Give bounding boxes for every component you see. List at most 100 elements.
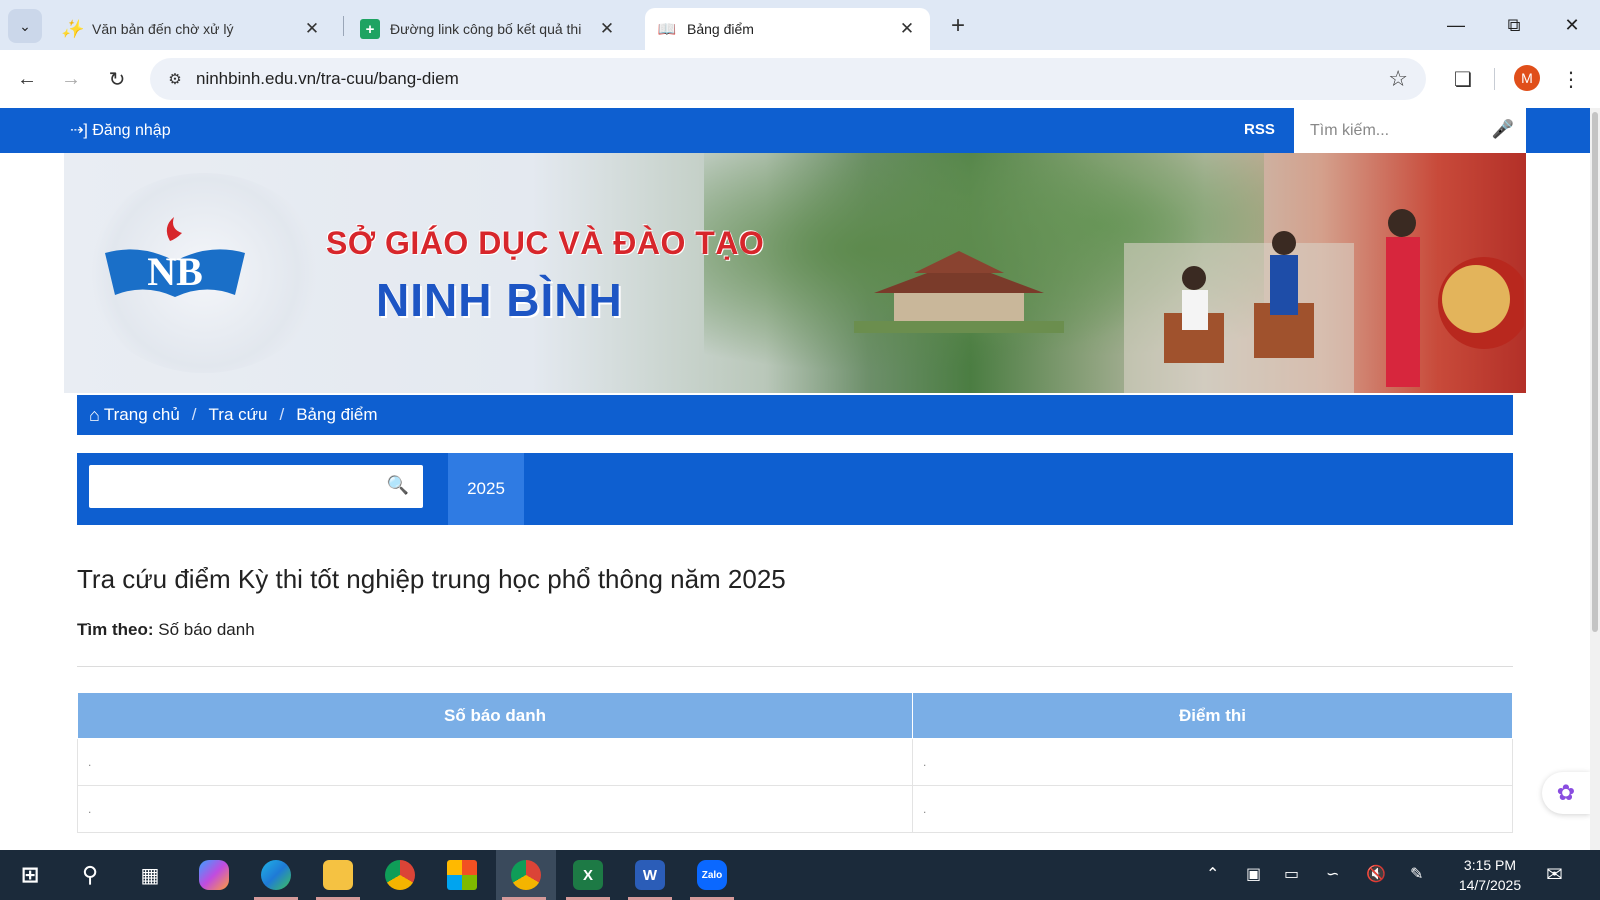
reload-button[interactable]: ↻ — [100, 62, 134, 96]
word-button[interactable]: W — [622, 850, 678, 900]
browser-tabstrip: ⌄ ✨ Văn bản đến chờ xử lý ✕ + Đường link… — [0, 0, 1600, 50]
restore-button[interactable]: ⧉ — [1494, 8, 1534, 42]
puzzle-icon: ❏ — [1454, 68, 1472, 91]
table-row: . . — [77, 785, 1513, 833]
zalo-icon: Zalo — [697, 860, 727, 890]
bookmark-star-icon[interactable]: ☆ — [1388, 66, 1408, 92]
microsoft-store-button[interactable] — [434, 850, 490, 900]
clock-date: 14/7/2025 — [1458, 877, 1522, 893]
microphone-icon[interactable]: 🎤 — [1492, 119, 1514, 140]
score-filter-bar: 🔍 2025 — [77, 453, 1513, 525]
excel-button[interactable]: X — [560, 850, 616, 900]
forward-button[interactable]: → — [54, 62, 88, 96]
arrow-left-icon: ← — [17, 67, 37, 90]
new-tab-button[interactable]: + — [944, 12, 972, 40]
volume-muted-icon[interactable]: 🔇 — [1366, 864, 1386, 884]
temple-image — [854, 251, 1064, 333]
copilot-button[interactable] — [186, 850, 242, 900]
site-search-input[interactable] — [1294, 108, 1494, 153]
taskbar-search-button[interactable]: ⚲ — [62, 850, 118, 900]
extensions-button[interactable]: ❏ — [1446, 62, 1480, 96]
school-photo-image — [1124, 209, 1524, 393]
battery-icon[interactable]: ▭ — [1284, 864, 1299, 884]
profile-avatar[interactable]: M — [1514, 65, 1540, 91]
search-by-value: Số báo danh — [158, 620, 255, 639]
search-icon[interactable]: 🔍 — [387, 475, 409, 496]
chrome-profile-button[interactable] — [496, 850, 556, 900]
chrome-button[interactable] — [372, 850, 428, 900]
notification-center-icon[interactable]: ✉ — [1546, 862, 1563, 887]
close-icon: ✕ — [1564, 14, 1580, 35]
google-sheets-icon: + — [360, 19, 380, 39]
tab-year-2025[interactable]: 2025 — [448, 453, 524, 525]
kebab-menu-icon: ⋮ — [1561, 68, 1581, 91]
browser-toolbar: ← → ↻ ⚙ ninhbinh.edu.vn/tra-cuu/bang-die… — [0, 50, 1600, 108]
arrow-right-icon: → — [61, 67, 81, 90]
divider — [77, 666, 1513, 667]
back-button[interactable]: ← — [10, 62, 44, 96]
wifi-icon[interactable]: ∽ — [1326, 864, 1339, 884]
address-bar[interactable]: ⚙ ninhbinh.edu.vn/tra-cuu/bang-diem ☆ — [150, 58, 1426, 100]
chrome-profile-icon — [511, 860, 541, 890]
windows-start-icon: ⊞ — [20, 862, 40, 887]
site-search: 🎤 — [1294, 108, 1526, 153]
edge-button[interactable] — [248, 850, 304, 900]
scrollbar-thumb[interactable] — [1592, 112, 1598, 632]
svg-text:NB: NB — [147, 249, 203, 294]
url-text[interactable]: ninhbinh.edu.vn/tra-cuu/bang-diem — [196, 69, 459, 89]
tab-title: Văn bản đến chờ xử lý — [92, 21, 234, 37]
tab-van-ban[interactable]: ✨ Văn bản đến chờ xử lý ✕ — [50, 8, 335, 50]
browser-menu-button[interactable]: ⋮ — [1556, 62, 1586, 96]
tab-search-button[interactable]: ⌄ — [8, 9, 42, 43]
taskbar-clock[interactable]: 3:15 PM 14/7/2025 — [1450, 855, 1530, 895]
edge-icon — [261, 860, 291, 890]
breadcrumb-separator: / — [191, 405, 197, 424]
reader-book-icon: 📖 — [657, 21, 677, 38]
close-window-button[interactable]: ✕ — [1552, 8, 1592, 42]
score-search: 🔍 — [89, 465, 423, 508]
task-view-icon: ▦ — [140, 864, 160, 887]
breadcrumb-lookup[interactable]: Tra cứu — [209, 405, 268, 425]
login-label: Đăng nhập — [92, 122, 171, 139]
score-search-input[interactable] — [89, 465, 379, 508]
score-table: Số báo danh Điểm thi . . . . — [77, 692, 1513, 833]
vnpt-icon: ✨ — [60, 18, 84, 39]
show-hidden-icons-chevron-icon[interactable]: ⌃ — [1206, 864, 1219, 884]
file-explorer-icon — [323, 860, 353, 890]
zalo-button[interactable]: Zalo — [684, 850, 740, 900]
word-icon: W — [635, 860, 665, 890]
site-settings-icon[interactable]: ⚙ — [164, 68, 186, 90]
rss-link[interactable]: RSS — [1244, 121, 1275, 138]
start-button[interactable]: ⊞ — [2, 850, 58, 900]
device-icon[interactable]: ▣ — [1246, 864, 1261, 884]
table-cell: . — [912, 785, 1513, 833]
tab-bang-diem[interactable]: 📖 Bảng điểm ✕ — [645, 8, 930, 50]
tab-duong-link[interactable]: + Đường link công bố kết quả thi ✕ — [348, 8, 630, 50]
breadcrumb-home[interactable]: Trang chủ — [104, 405, 180, 425]
copilot-icon — [199, 860, 229, 890]
plus-icon: + — [950, 12, 965, 39]
tab-title: Bảng điểm — [687, 21, 754, 37]
excel-icon: X — [573, 860, 603, 890]
close-tab-icon[interactable]: ✕ — [301, 19, 323, 39]
ai-assistant-button[interactable]: ✿ — [1542, 772, 1590, 814]
file-explorer-button[interactable] — [310, 850, 366, 900]
table-cell: . — [912, 738, 1513, 786]
pen-icon[interactable]: ✎ — [1410, 864, 1423, 884]
login-link[interactable]: ⇢] Đăng nhập — [70, 120, 171, 140]
sign-in-icon: ⇢] — [70, 122, 88, 139]
tab-title: Đường link công bố kết quả thi — [390, 21, 582, 37]
close-tab-icon[interactable]: ✕ — [596, 19, 618, 39]
page-scrollbar[interactable] — [1590, 108, 1600, 850]
minimize-button[interactable]: — — [1436, 8, 1476, 42]
breadcrumb: ⌂ Trang chủ / Tra cứu / Bảng điểm — [77, 395, 1513, 435]
microsoft-store-icon — [447, 860, 477, 890]
breadcrumb-separator: / — [279, 405, 285, 424]
brain-icon: ✿ — [1556, 780, 1576, 805]
close-tab-icon[interactable]: ✕ — [896, 19, 918, 39]
search-by-info: Tìm theo: Số báo danh — [77, 620, 255, 640]
table-cell: . — [77, 738, 913, 786]
table-header-row: Số báo danh Điểm thi — [77, 692, 1513, 739]
task-view-button[interactable]: ▦ — [122, 850, 178, 900]
search-icon: ⚲ — [81, 862, 99, 887]
